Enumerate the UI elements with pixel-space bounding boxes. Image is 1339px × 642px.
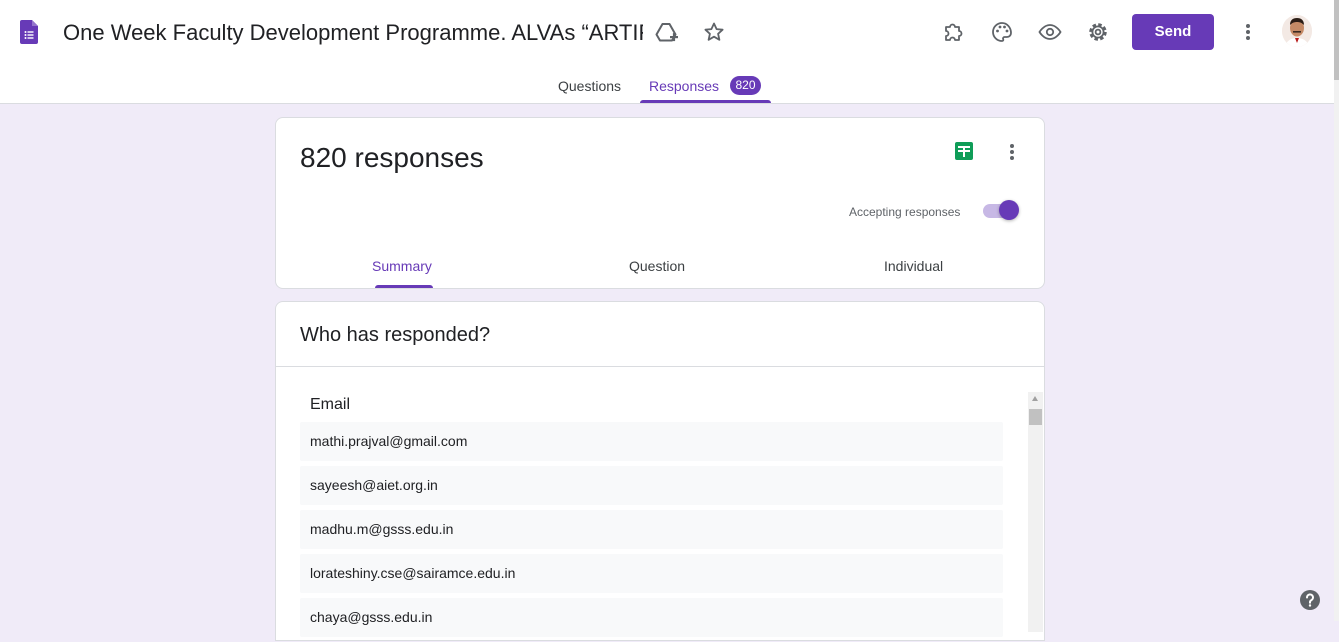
accepting-responses-label: Accepting responses: [849, 205, 961, 219]
google-forms-icon[interactable]: [20, 20, 38, 44]
tab-questions[interactable]: Questions: [558, 77, 621, 95]
email-row: madhu.m@gsss.edu.in: [300, 510, 1003, 549]
subtab-summary[interactable]: Summary: [372, 257, 432, 275]
settings-gear-icon[interactable]: [1086, 20, 1110, 44]
email-row: chaya@gsss.edu.in: [300, 598, 1003, 637]
email-list-scrollbar[interactable]: [1028, 392, 1043, 632]
help-icon[interactable]: [1299, 589, 1321, 611]
palette-icon[interactable]: [990, 20, 1014, 44]
accepting-responses-toggle[interactable]: [983, 200, 1019, 220]
subtab-individual[interactable]: Individual: [884, 257, 943, 275]
active-tab-indicator: [640, 100, 771, 103]
who-responded-card: Who has responded? Email mathi.prajval@g…: [275, 301, 1045, 641]
email-list: mathi.prajval@gmail.com sayeesh@aiet.org…: [300, 422, 1003, 642]
app-header: One Week Faculty Development Programme. …: [0, 0, 1334, 104]
tab-responses[interactable]: Responses: [649, 77, 719, 95]
who-responded-title: Who has responded?: [300, 324, 491, 346]
scroll-up-arrow-icon[interactable]: [1032, 396, 1038, 401]
responses-summary-card: 820 responses Accepting responses Summar…: [275, 117, 1045, 289]
responses-count-title: 820 responses: [300, 142, 484, 173]
email-row: sayeesh@aiet.org.in: [300, 466, 1003, 505]
toggle-knob: [999, 200, 1019, 220]
drive-add-icon[interactable]: [654, 21, 678, 45]
email-list-scrollbar-thumb[interactable]: [1029, 409, 1042, 425]
avatar[interactable]: [1282, 15, 1312, 47]
responses-count-badge: 820: [730, 76, 761, 95]
page-scrollbar-thumb[interactable]: [1334, 0, 1339, 80]
send-button[interactable]: Send: [1132, 14, 1214, 50]
document-title[interactable]: One Week Faculty Development Programme. …: [63, 19, 643, 47]
email-row: mathi.prajval@gmail.com: [300, 422, 1003, 461]
divider: [276, 366, 1044, 367]
responses-more-icon[interactable]: [1000, 140, 1024, 164]
email-row: lorateshiny.cse@sairamce.edu.in: [300, 554, 1003, 593]
page-scrollbar[interactable]: [1334, 0, 1339, 621]
preview-eye-icon[interactable]: [1038, 20, 1062, 44]
active-subtab-indicator: [375, 285, 433, 288]
star-icon[interactable]: [702, 20, 726, 44]
subtab-question[interactable]: Question: [629, 257, 685, 275]
email-column-header: Email: [310, 396, 351, 413]
more-vert-icon[interactable]: [1236, 20, 1260, 44]
google-sheets-icon[interactable]: [955, 142, 973, 160]
addon-puzzle-icon[interactable]: [942, 20, 966, 44]
